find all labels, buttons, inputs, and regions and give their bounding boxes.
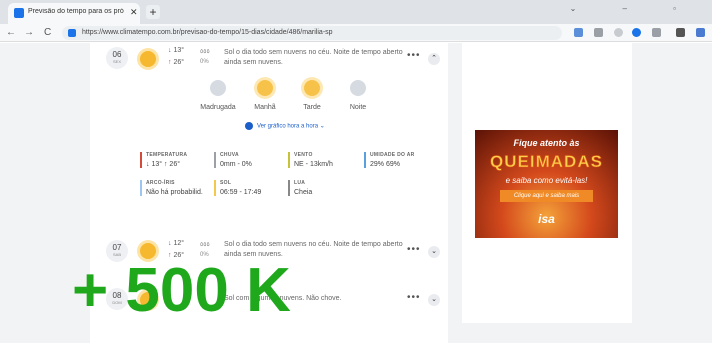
moon-icon [210, 80, 226, 96]
site-info-icon[interactable] [68, 29, 76, 37]
graph-link-label: Ver gráfico hora a hora [257, 123, 319, 130]
wildfire-ad-banner[interactable]: Fique atento às QUEIMADAS e saiba como e… [475, 130, 618, 238]
clock-icon [245, 122, 253, 130]
browser-tab-bar: Previsão do tempo para os pró... ✕ + ⌄ –… [0, 0, 712, 24]
forward-icon[interactable]: → [24, 27, 34, 38]
rain-drops-icon: ٥٥٥ [200, 49, 210, 55]
sun-icon [140, 51, 156, 67]
day-number: 06 [112, 50, 122, 59]
tab-title: Previsão do tempo para os pró... [28, 8, 124, 15]
more-options-icon[interactable]: ••• [407, 292, 421, 303]
hourly-graph-link[interactable]: Ver gráfico hora a hora ⌄ [245, 122, 325, 130]
info-chuva: CHUVA 0mm - 0% [214, 152, 252, 168]
info-value: 06:59 - 17:49 [220, 189, 262, 196]
period-label: Noite [349, 104, 367, 111]
rain-drops-icon: ٥٥٥ [200, 242, 210, 248]
min-temp: 12° [168, 240, 184, 247]
info-title: ARCO-ÍRIS [146, 180, 175, 186]
min-temp: 13° [168, 47, 184, 54]
back-icon[interactable]: ← [6, 27, 16, 38]
views-overlay-text: + 500 K [72, 256, 291, 325]
info-umidade: UMIDADE DO AR 29% 69% [364, 152, 415, 168]
extensions-icon[interactable] [652, 28, 661, 37]
day-badge: 06 SEX [106, 47, 128, 69]
expand-icon[interactable]: ⌄ [428, 246, 440, 258]
collapse-icon[interactable]: ⌃ [428, 53, 440, 65]
max-temp: 26° [168, 59, 184, 66]
info-sol: SOL 06:59 - 17:49 [214, 180, 261, 196]
day-number: 07 [112, 243, 122, 252]
reload-icon[interactable]: C [44, 27, 51, 38]
info-value: 0mm - 0% [220, 161, 252, 168]
ad-cta-button[interactable]: Clique aqui e saiba mais [500, 190, 593, 202]
rain-chance: 0% [200, 59, 209, 65]
info-value: NE - 13km/h [294, 161, 333, 168]
info-temperatura: TEMPERATURA ↓ 13° ↑ 26° [140, 152, 187, 168]
account-icon[interactable] [632, 28, 641, 37]
ad-title: QUEIMADAS [490, 152, 603, 172]
translate-icon[interactable] [574, 28, 583, 37]
sun-icon [304, 80, 320, 96]
info-title: VENTO [294, 152, 313, 158]
extension-icon[interactable] [614, 28, 623, 37]
copilot-icon[interactable] [696, 28, 705, 37]
close-icon[interactable]: ✕ [130, 7, 138, 18]
reader-icon[interactable] [594, 28, 603, 37]
browser-tab[interactable]: Previsão do tempo para os pró... ✕ [8, 3, 140, 24]
address-toolbar: ← → C https://www.climatempo.com.br/prev… [0, 24, 712, 42]
expand-icon[interactable]: ⌄ [428, 294, 440, 306]
info-value: Não há probabilid. [146, 189, 203, 196]
address-bar[interactable]: https://www.climatempo.com.br/previsao-d… [62, 26, 562, 40]
info-arco-iris: ARCO-ÍRIS Não há probabilid. [140, 180, 203, 196]
new-tab-button[interactable]: + [146, 5, 160, 19]
moon-icon [350, 80, 366, 96]
favicon-icon [14, 8, 24, 18]
day-weekday: SEX [112, 59, 121, 64]
info-value: Cheia [294, 189, 313, 196]
info-title: CHUVA [220, 152, 239, 158]
info-title: TEMPERATURA [146, 152, 188, 158]
more-options-icon[interactable]: ••• [407, 50, 421, 61]
sidebar-icon[interactable] [676, 28, 685, 37]
info-value: ↓ 13° ↑ 26° [146, 161, 181, 168]
info-title: UMIDADE DO AR [370, 152, 415, 158]
day-summary: Sol o dia todo sem nuvens no céu. Noite … [224, 49, 403, 66]
info-vento: VENTO NE - 13km/h [288, 152, 333, 168]
more-options-icon[interactable]: ••• [407, 244, 421, 255]
window-controls[interactable]: ⌄ – ▫ [570, 4, 698, 13]
ad-headline: Fique atento às [513, 138, 580, 148]
url-text: https://www.climatempo.com.br/previsao-d… [82, 29, 333, 36]
info-title: SOL [220, 180, 232, 186]
info-value: 29% 69% [370, 161, 400, 168]
ad-subtitle: e saiba como evitá-las! [505, 176, 588, 185]
sun-icon [257, 80, 273, 96]
info-lua: LUA Cheia [288, 180, 312, 196]
period-noite: Noite [328, 80, 388, 111]
info-title: LUA [294, 180, 306, 186]
ad-logo: isa [538, 212, 555, 226]
